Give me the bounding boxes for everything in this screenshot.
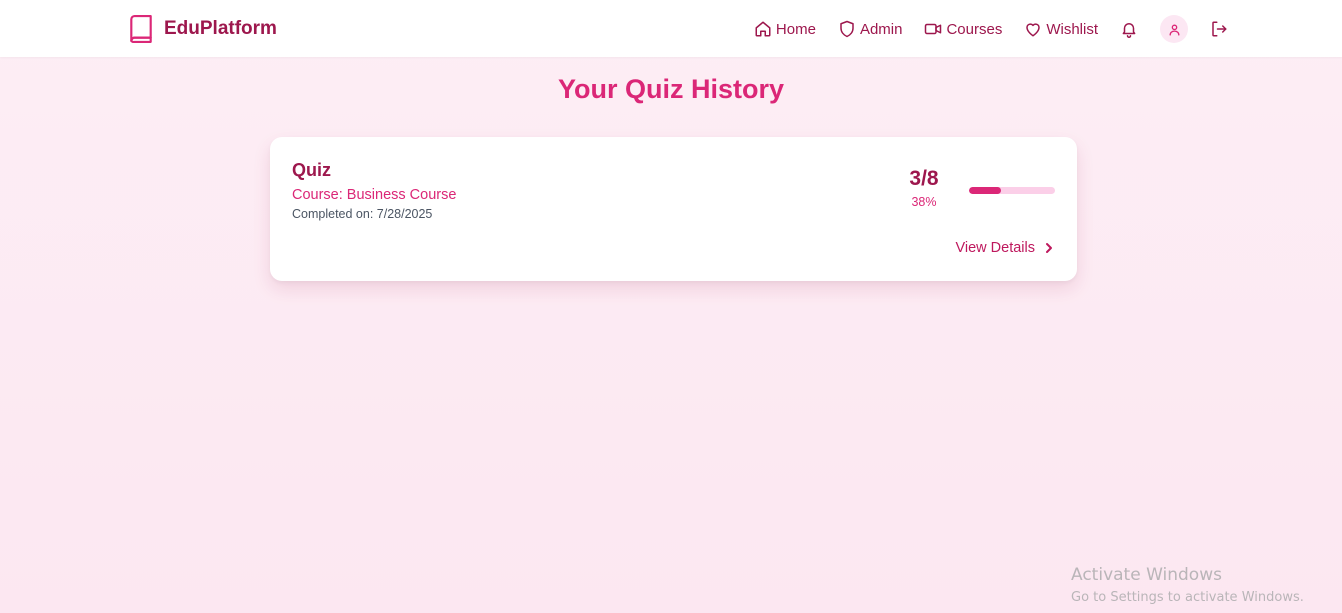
nav-courses[interactable]: Courses <box>924 20 1002 38</box>
shield-icon <box>840 20 854 38</box>
nav-admin[interactable]: Admin <box>838 20 903 38</box>
page-title: Your Quiz History <box>557 74 785 104</box>
nav-courses-label: Courses <box>946 20 1003 38</box>
nav-wishlist[interactable]: Wishlist <box>1024 20 1098 38</box>
nav-home[interactable]: Home <box>754 20 816 38</box>
quiz-percent: 38% <box>911 195 937 209</box>
brand-logo[interactable]: EduPlatform <box>128 14 277 44</box>
bell-icon <box>1122 23 1136 38</box>
notifications-button[interactable] <box>1120 20 1138 38</box>
quiz-completed-date: Completed on: 7/28/2025 <box>292 207 433 221</box>
logout-icon <box>1212 21 1227 37</box>
chevron-right-icon <box>1046 243 1052 253</box>
heart-icon <box>1026 23 1041 37</box>
user-icon <box>1169 24 1179 36</box>
logout-button[interactable] <box>1210 20 1228 38</box>
home-icon <box>755 21 771 37</box>
nav-admin-label: Admin <box>859 20 903 38</box>
windows-activation-watermark: Activate Windows Go to Settings to activ… <box>1071 565 1304 605</box>
quiz-course: Course: Business Course <box>292 187 457 203</box>
profile-avatar-button[interactable] <box>1160 15 1188 43</box>
book-icon <box>130 15 152 43</box>
quiz-name: Quiz <box>292 160 331 180</box>
score-progress-fill <box>969 187 1002 194</box>
score-progress-bar <box>969 187 1055 194</box>
watermark-title: Activate Windows <box>1071 565 1222 585</box>
view-details-label: View Details <box>955 240 1035 256</box>
main-nav: Home Admin Courses Wishlist <box>754 14 1228 44</box>
view-details-button[interactable]: View Details <box>955 240 1055 256</box>
brand-name: EduPlatform <box>164 18 277 39</box>
quiz-score: 3/8 <box>909 167 939 190</box>
top-navbar: EduPlatform Home Admin Courses Wishlist <box>0 0 1342 57</box>
quiz-history-card: Quiz Course: Business Course Completed o… <box>270 137 1077 281</box>
video-icon <box>925 23 942 35</box>
nav-home-label: Home <box>775 20 816 38</box>
nav-wishlist-label: Wishlist <box>1046 20 1098 38</box>
score-block: 3/8 38% <box>894 167 954 209</box>
watermark-subtitle: Go to Settings to activate Windows. <box>1071 590 1304 605</box>
